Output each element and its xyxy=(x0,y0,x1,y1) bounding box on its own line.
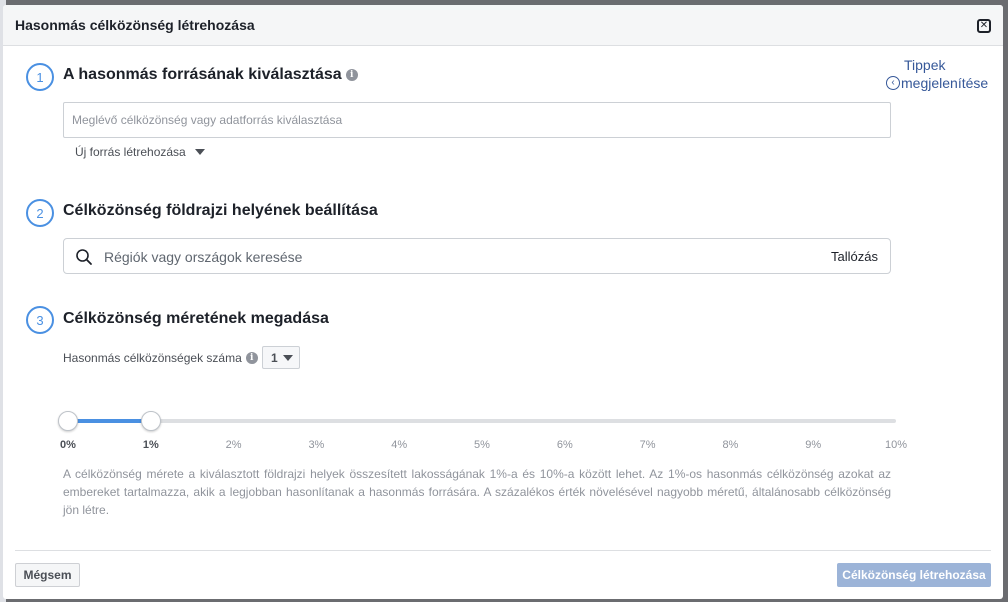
step-3-title: Célközönség méretének megadása xyxy=(63,310,329,327)
caret-down-icon xyxy=(282,354,293,361)
audience-size-slider[interactable] xyxy=(68,419,896,423)
tips-label-line1: Tippek xyxy=(904,57,946,73)
source-select-input[interactable]: Meglévő célközönség vagy adatforrás kivá… xyxy=(63,102,891,138)
chevron-left-icon: ‹ xyxy=(886,76,900,90)
slider-tick-label: 0% xyxy=(60,439,76,451)
slider-tick-label: 5% xyxy=(474,439,490,451)
search-icon xyxy=(76,249,92,265)
lookalike-count-label: Hasonmás célközönségek száma i xyxy=(63,351,258,365)
tips-label-line2: megjelenítése xyxy=(901,75,989,91)
slider-tick-label: 9% xyxy=(805,439,822,451)
lookalike-count-select[interactable]: 1 xyxy=(262,346,300,369)
slider-tick-label: 3% xyxy=(308,439,325,451)
slider-tick-label: 8% xyxy=(722,439,739,451)
create-audience-button[interactable]: Célközönség létrehozása xyxy=(837,563,991,587)
new-source-label: Új forrás létrehozása xyxy=(75,145,186,159)
new-source-dropdown[interactable]: Új forrás létrehozása xyxy=(75,145,205,159)
slider-range-fill xyxy=(68,419,151,423)
slider-handle-start[interactable] xyxy=(58,411,78,431)
cancel-button[interactable]: Mégsem xyxy=(15,563,80,587)
lookalike-count-value: 1 xyxy=(271,350,278,365)
slider-handle-end[interactable] xyxy=(140,411,161,431)
dialog-header: Hasonmás célközönség létrehozása ✕ xyxy=(3,5,1003,46)
create-lookalike-dialog: Hasonmás célközönség létrehozása ✕ Tippe… xyxy=(3,5,1003,599)
step-1-number: 1 xyxy=(26,63,54,91)
footer-divider xyxy=(15,550,991,551)
slider-tick-label: 2% xyxy=(225,439,242,451)
step-2-title: Célközönség földrajzi helyének beállítás… xyxy=(63,202,378,219)
step-3-number: 3 xyxy=(26,306,54,334)
slider-tick-label: 6% xyxy=(556,439,573,451)
location-search-placeholder: Régiók vagy országok keresése xyxy=(104,249,303,265)
info-icon[interactable]: i xyxy=(245,352,258,364)
slider-tick-label: 1% xyxy=(142,439,159,451)
browse-button[interactable]: Tallózás xyxy=(831,249,878,264)
slider-tick-label: 4% xyxy=(391,439,408,451)
location-search-input[interactable]: Régiók vagy országok keresése Tallózás xyxy=(63,238,891,274)
slider-tick-label: 10% xyxy=(884,439,908,451)
show-tips-link[interactable]: Tippek ‹ megjelenítése xyxy=(886,56,996,92)
lookalike-count-text: Hasonmás célközönségek száma xyxy=(63,351,242,365)
step-2-number: 2 xyxy=(26,199,54,227)
step-1-title-text: A hasonmás forrásának kiválasztása xyxy=(63,66,342,83)
close-icon[interactable]: ✕ xyxy=(977,19,991,33)
info-icon[interactable]: i xyxy=(345,68,358,81)
audience-size-description: A célközönség mérete a kiválasztott föld… xyxy=(63,467,891,517)
step-1-title: A hasonmás forrásának kiválasztása i xyxy=(63,66,358,84)
slider-tick-label: 7% xyxy=(639,439,656,451)
dialog-title: Hasonmás célközönség létrehozása xyxy=(15,17,255,33)
caret-down-icon xyxy=(194,149,205,155)
